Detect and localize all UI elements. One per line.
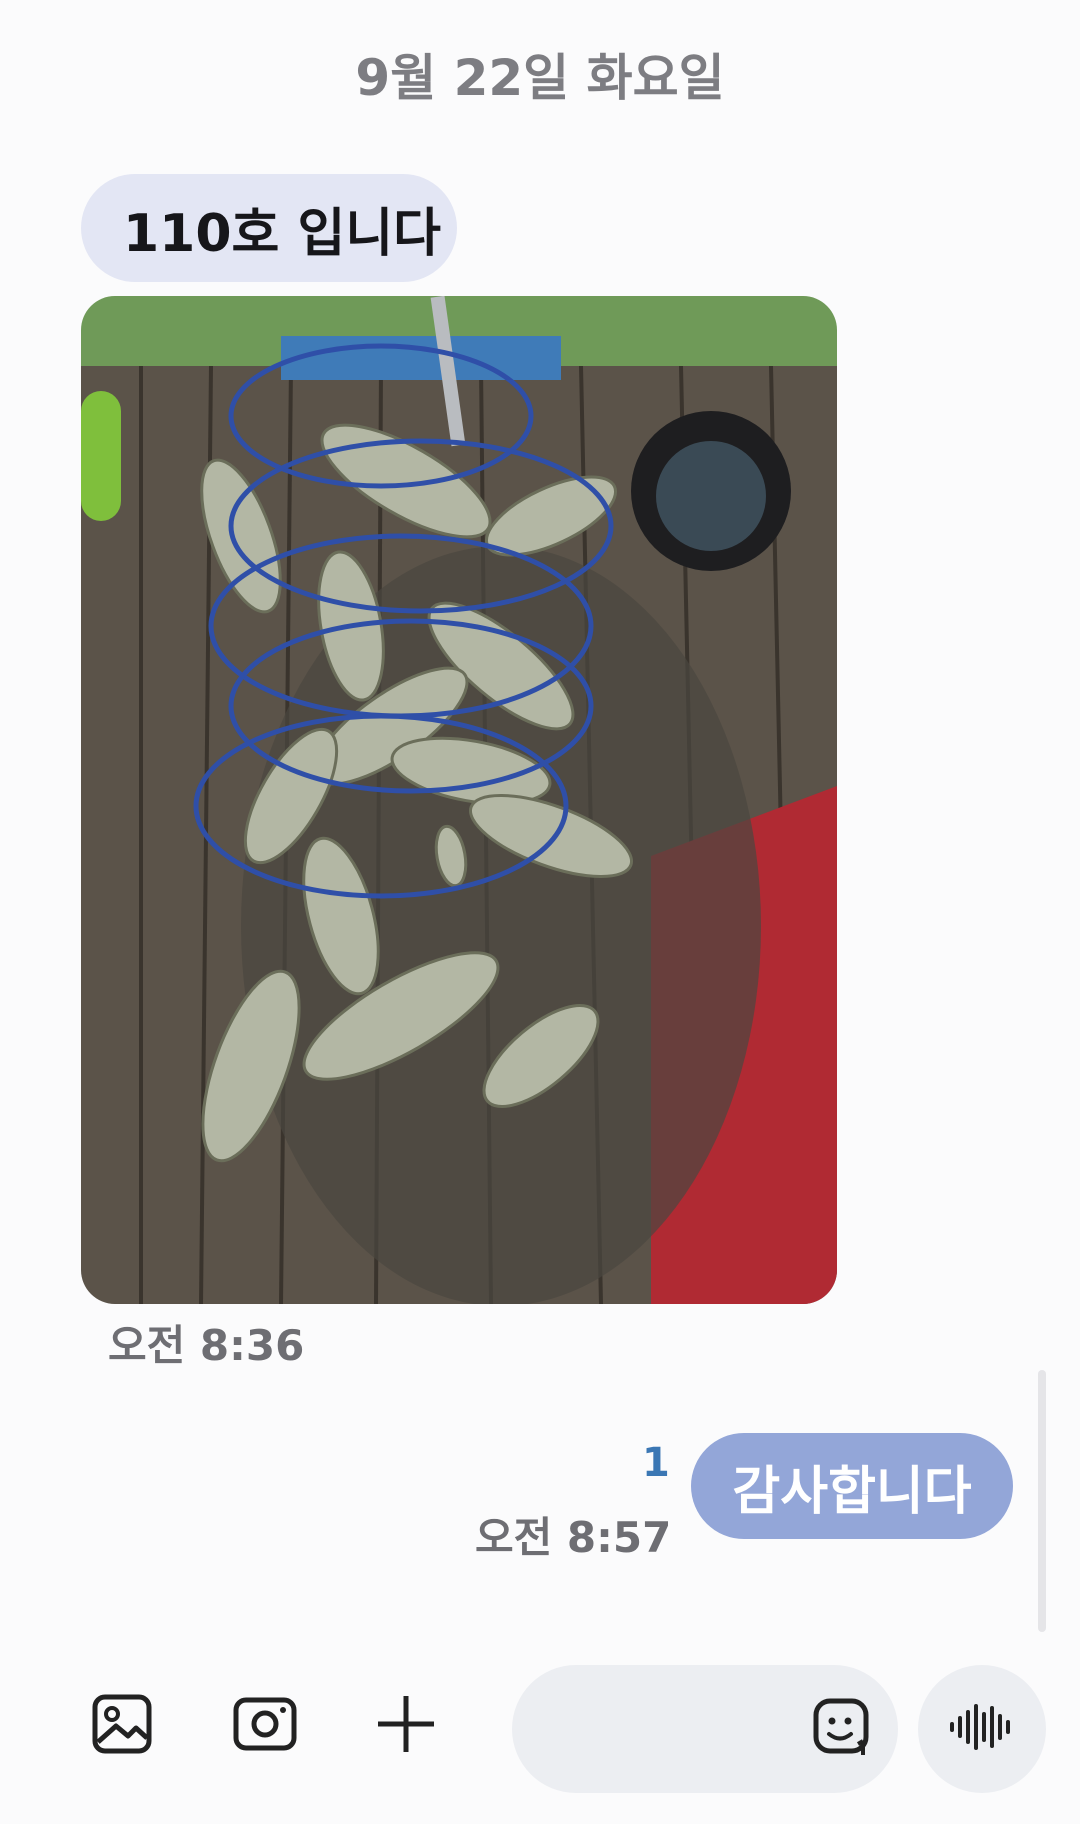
voice-button[interactable]: [918, 1665, 1046, 1793]
incoming-time: 오전 8:36: [108, 1321, 305, 1370]
plus-icon: [376, 1694, 436, 1758]
outgoing-message-bubble[interactable]: 감사합니다: [691, 1433, 1013, 1539]
outgoing-message-text: 감사합니다: [732, 1461, 972, 1522]
message-input-container[interactable]: [512, 1665, 898, 1795]
emoji-button[interactable]: [802, 1689, 882, 1769]
emoji-icon: [812, 1697, 872, 1761]
attach-button[interactable]: [366, 1686, 446, 1766]
voice-icon: [947, 1702, 1017, 1756]
scrollbar[interactable]: [1038, 1370, 1046, 1632]
camera-button[interactable]: [225, 1686, 305, 1766]
message-input[interactable]: [548, 1665, 802, 1795]
incoming-photo-message[interactable]: [81, 296, 837, 1304]
unread-count: 1: [642, 1440, 670, 1486]
camera-icon: [232, 1694, 298, 1758]
incoming-message-text: 110호 입니다: [123, 203, 442, 264]
gallery-icon: [90, 1692, 154, 1760]
gallery-button[interactable]: [82, 1686, 162, 1766]
date-header: 9월 22일 화요일: [355, 49, 725, 107]
outgoing-time: 오전 8:57: [475, 1513, 672, 1562]
incoming-message-bubble[interactable]: 110호 입니다: [81, 174, 457, 282]
